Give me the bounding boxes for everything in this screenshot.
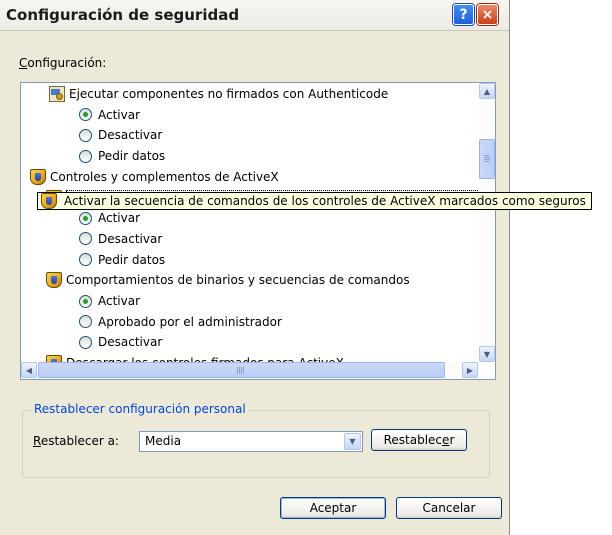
horizontal-scroll-thumb[interactable]	[38, 362, 445, 378]
certificate-icon	[49, 86, 65, 102]
radio-button[interactable]	[79, 108, 92, 122]
tree-row-label: Activar	[98, 211, 141, 226]
vertical-scrollbar[interactable]: ▲ ▼	[479, 83, 495, 362]
tree-row-label: Ejecutar componentes no firmados con Aut…	[69, 87, 389, 101]
radio-button[interactable]	[79, 149, 92, 163]
title-bar[interactable]: Configuración de seguridad ? ×	[0, 0, 509, 31]
help-icon: ?	[459, 6, 468, 23]
settings-label-text: onfiguración:	[27, 56, 107, 70]
tree-row-label: Activar	[98, 294, 141, 308]
scroll-up-icon: ▲	[483, 86, 491, 96]
reset-button-label-start: Restablec	[383, 433, 443, 447]
tree-category[interactable]: Controles y complementos de ActiveX	[30, 167, 279, 187]
radio-option[interactable]: Pedir datos	[79, 250, 165, 270]
scroll-right-button[interactable]: ▶	[462, 362, 478, 378]
radio-button[interactable]	[79, 128, 92, 142]
vertical-scroll-thumb[interactable]	[479, 139, 495, 179]
shield-icon	[41, 193, 57, 209]
tree-row-label: Desactivar	[98, 231, 163, 246]
horizontal-scrollbar[interactable]: ◀ ▶	[21, 362, 479, 379]
radio-option[interactable]: Desactivar	[79, 229, 162, 249]
scroll-left-button[interactable]: ◀	[21, 362, 37, 378]
reset-to-mnemonic: R	[33, 434, 41, 448]
scroll-right-icon: ▶	[466, 365, 474, 375]
settings-label: Configuración:	[19, 56, 106, 70]
radio-button[interactable]	[79, 211, 92, 225]
setting-tooltip: Activar la secuencia de comandos de los …	[37, 192, 592, 210]
settings-tree-viewport: Ejecutar componentes no firmados con Aut…	[21, 83, 479, 362]
settings-tree[interactable]: Ejecutar componentes no firmados con Aut…	[20, 82, 496, 380]
tooltip-text: Activar la secuencia de comandos de los …	[64, 194, 586, 208]
radio-button[interactable]	[79, 315, 92, 329]
radio-option[interactable]: Desactivar	[79, 125, 162, 145]
reset-group-title: Restablecer configuración personal	[31, 402, 249, 416]
close-button[interactable]: ×	[477, 4, 498, 25]
security-level-value: Media	[145, 434, 182, 448]
dropdown-button[interactable]: ▼	[344, 433, 361, 450]
radio-button[interactable]	[79, 294, 92, 308]
radio-option[interactable]: Desactivar	[79, 332, 162, 352]
reset-to-text: establecer a:	[40, 434, 119, 448]
radio-button[interactable]	[79, 253, 92, 267]
tree-row-label: Comportamientos de binarios y secuencias…	[66, 273, 410, 288]
tree-row-label: Desactivar	[98, 335, 163, 350]
scroll-down-button[interactable]: ▼	[479, 346, 495, 362]
radio-option[interactable]: Pedir datos	[79, 146, 165, 166]
radio-option[interactable]: Aprobado por el administrador	[79, 312, 282, 332]
help-button[interactable]: ?	[453, 4, 474, 25]
tree-setting[interactable]: Ejecutar componentes no firmados con Aut…	[49, 84, 388, 104]
tree-setting[interactable]: Descargar los controles firmados para Ac…	[46, 353, 344, 362]
shield-icon	[46, 355, 62, 362]
reset-settings-group: Restablecer configuración personal Resta…	[22, 402, 490, 478]
scroll-up-button[interactable]: ▲	[479, 83, 495, 99]
chevron-down-icon: ▼	[349, 437, 356, 446]
scroll-left-icon: ◀	[25, 365, 33, 375]
reset-button[interactable]: Restablec e r	[371, 429, 467, 451]
ok-button-label: Aceptar	[309, 501, 357, 515]
tree-setting[interactable]: Comportamientos de binarios y secuencias…	[46, 270, 410, 290]
tree-row-label: Desactivar	[98, 128, 163, 143]
radio-option[interactable]: Activar	[79, 208, 140, 228]
reset-to-label: Restablecer a:	[33, 434, 119, 448]
close-icon: ×	[481, 6, 494, 23]
security-settings-dialog: Configuración de seguridad ? × Configura…	[0, 0, 510, 535]
dialog-title: Configuración de seguridad	[6, 6, 240, 24]
tree-row-label: Pedir datos	[98, 252, 166, 267]
scroll-down-icon: ▼	[483, 349, 491, 359]
radio-button[interactable]	[79, 335, 92, 349]
radio-option[interactable]: Activar	[79, 291, 140, 311]
cancel-button[interactable]: Cancelar	[396, 497, 502, 519]
reset-button-label-end: r	[449, 433, 455, 447]
reset-button-mnemonic: e	[442, 433, 450, 447]
cancel-button-label: Cancelar	[422, 501, 476, 515]
shield-icon	[46, 272, 62, 289]
tree-row-label: Activar	[98, 107, 141, 122]
tree-row-label: Aprobado por el administrador	[98, 314, 282, 329]
shield-icon	[30, 168, 46, 185]
radio-button[interactable]	[79, 232, 92, 246]
tree-row-label: Pedir datos	[98, 149, 166, 164]
tree-row-label: Controles y complementos de ActiveX	[50, 169, 279, 184]
ok-button[interactable]: Aceptar	[280, 497, 386, 519]
radio-option[interactable]: Activar	[79, 105, 140, 125]
security-level-select[interactable]: Media ▼	[139, 431, 363, 452]
